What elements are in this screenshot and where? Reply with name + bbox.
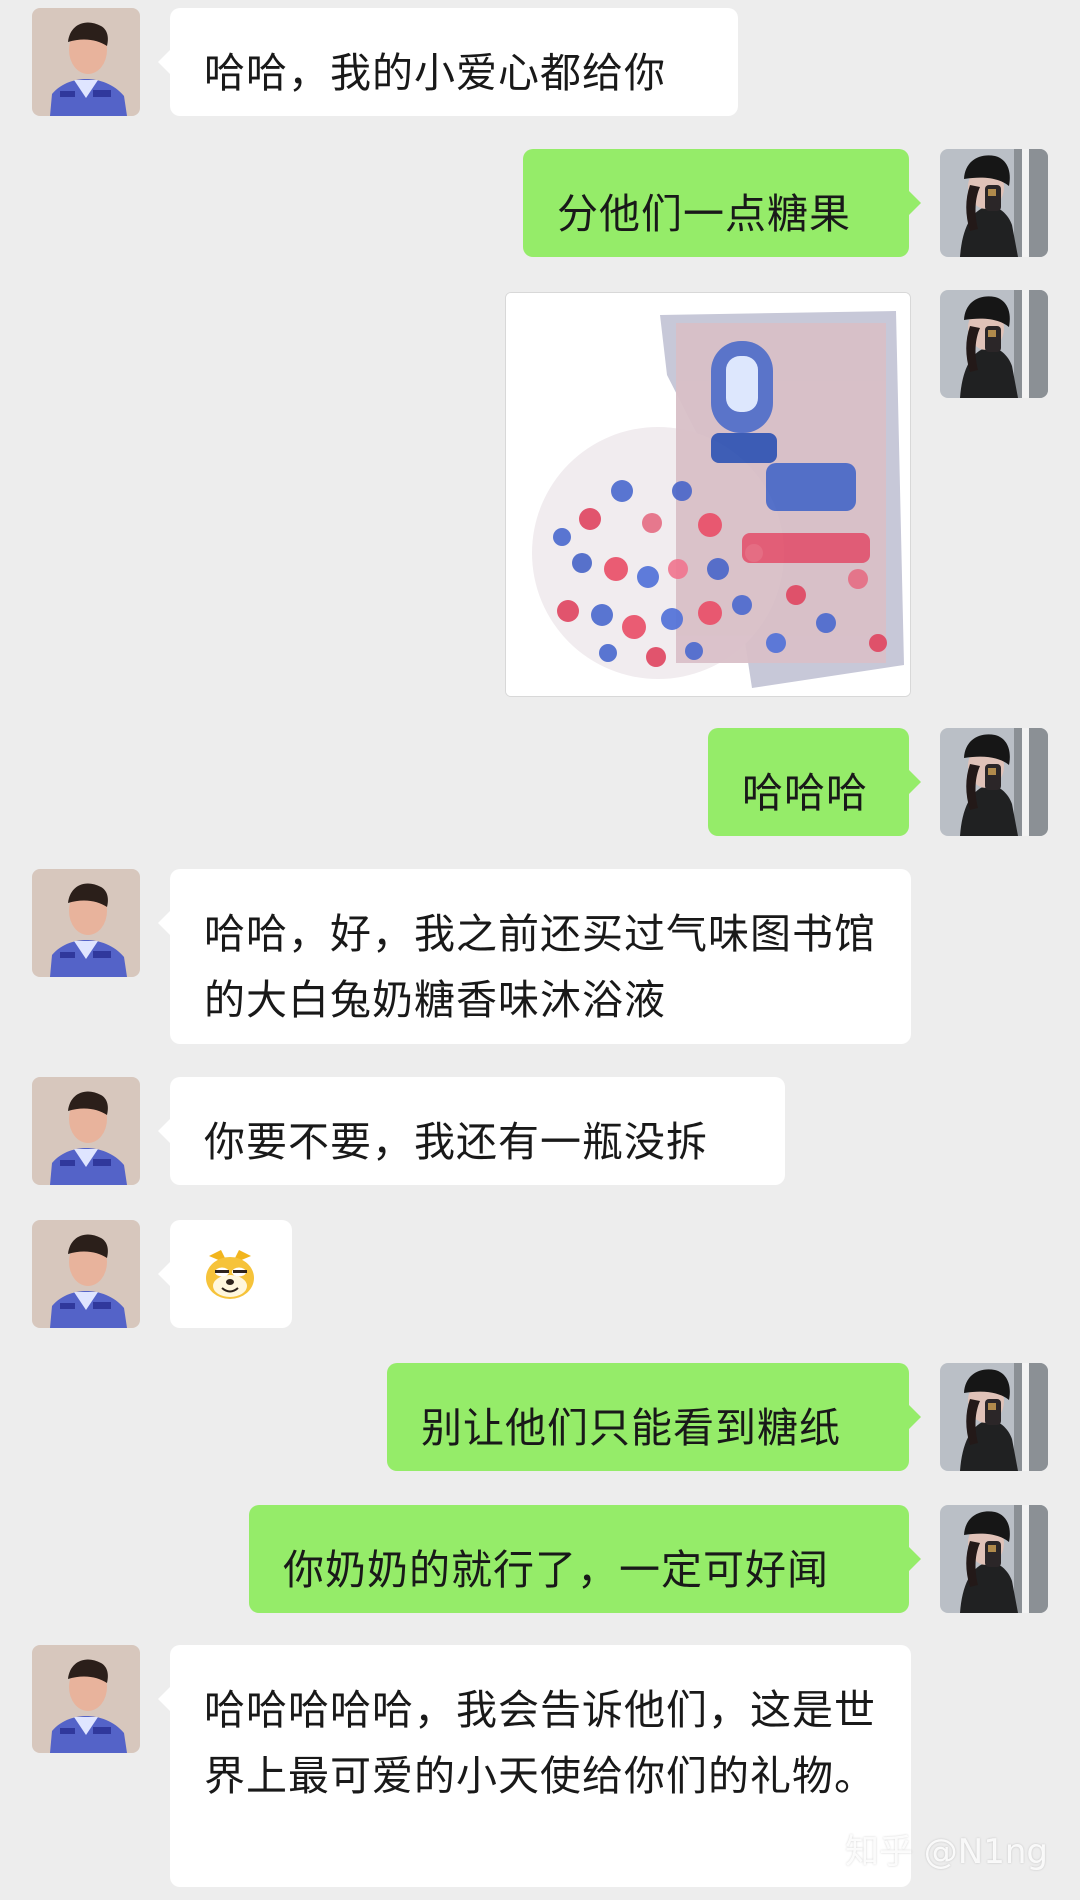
message-text: 分他们一点糖果 [557, 190, 851, 238]
message-text: 你要不要，我还有一瓶没拆 [204, 1118, 708, 1166]
message-text: 哈哈哈 [742, 769, 868, 817]
chat-thread: 哈哈，我的小爱心都给你 分他们一点糖果 哈哈哈 哈哈，好，我之前还买过气味图书馆… [0, 0, 1080, 1900]
my-avatar-icon [940, 1505, 1048, 1613]
my-avatar-icon [940, 1363, 1048, 1471]
message-bubble[interactable]: 哈哈哈哈哈，我会告诉他们，这是世界上最可爱的小天使给你们的礼物。 [158, 1645, 911, 1887]
message-text: 哈哈，好，我之前还买过气味图书馆的大白兔奶糖香味沐浴液 [204, 910, 876, 1024]
contact-avatar-icon [32, 8, 140, 116]
my-avatar-icon [940, 290, 1048, 398]
my-avatar[interactable] [940, 149, 1048, 257]
my-avatar[interactable] [940, 1363, 1048, 1471]
message-bubble[interactable]: 分他们一点糖果 [523, 149, 921, 257]
contact-avatar[interactable] [32, 8, 140, 116]
message-bubble[interactable]: 哈哈哈 [708, 728, 921, 836]
sent-image[interactable] [505, 292, 911, 697]
message-bubble[interactable]: 你要不要，我还有一瓶没拆 [158, 1077, 785, 1185]
message-bubble[interactable]: 别让他们只能看到糖纸 [387, 1363, 921, 1471]
contact-avatar-icon [32, 1220, 140, 1328]
candy-bag-image-icon [506, 293, 910, 696]
my-avatar[interactable] [940, 290, 1048, 398]
contact-avatar[interactable] [32, 1220, 140, 1328]
emoji-bubble[interactable] [158, 1220, 292, 1328]
contact-avatar-icon [32, 869, 140, 977]
contact-avatar-icon [32, 1077, 140, 1185]
message-text: 你奶奶的就行了，一定可好闻 [283, 1546, 829, 1594]
message-bubble[interactable]: 哈哈，好，我之前还买过气味图书馆的大白兔奶糖香味沐浴液 [158, 869, 911, 1044]
watermark: 知乎 @N1ng [844, 1832, 1048, 1872]
my-avatar-icon [940, 149, 1048, 257]
contact-avatar[interactable] [32, 1645, 140, 1753]
my-avatar-icon [940, 728, 1048, 836]
message-text: 哈哈哈哈哈，我会告诉他们，这是世界上最可爱的小天使给你们的礼物。 [204, 1686, 876, 1800]
my-avatar[interactable] [940, 1505, 1048, 1613]
message-text: 哈哈，我的小爱心都给你 [204, 49, 666, 97]
contact-avatar[interactable] [32, 869, 140, 977]
my-avatar[interactable] [940, 728, 1048, 836]
message-text: 别让他们只能看到糖纸 [421, 1404, 841, 1452]
contact-avatar-icon [32, 1645, 140, 1753]
message-bubble[interactable]: 你奶奶的就行了，一定可好闻 [249, 1505, 921, 1613]
message-bubble[interactable]: 哈哈，我的小爱心都给你 [158, 8, 738, 116]
doge-emoji-icon [206, 1250, 254, 1299]
contact-avatar[interactable] [32, 1077, 140, 1185]
